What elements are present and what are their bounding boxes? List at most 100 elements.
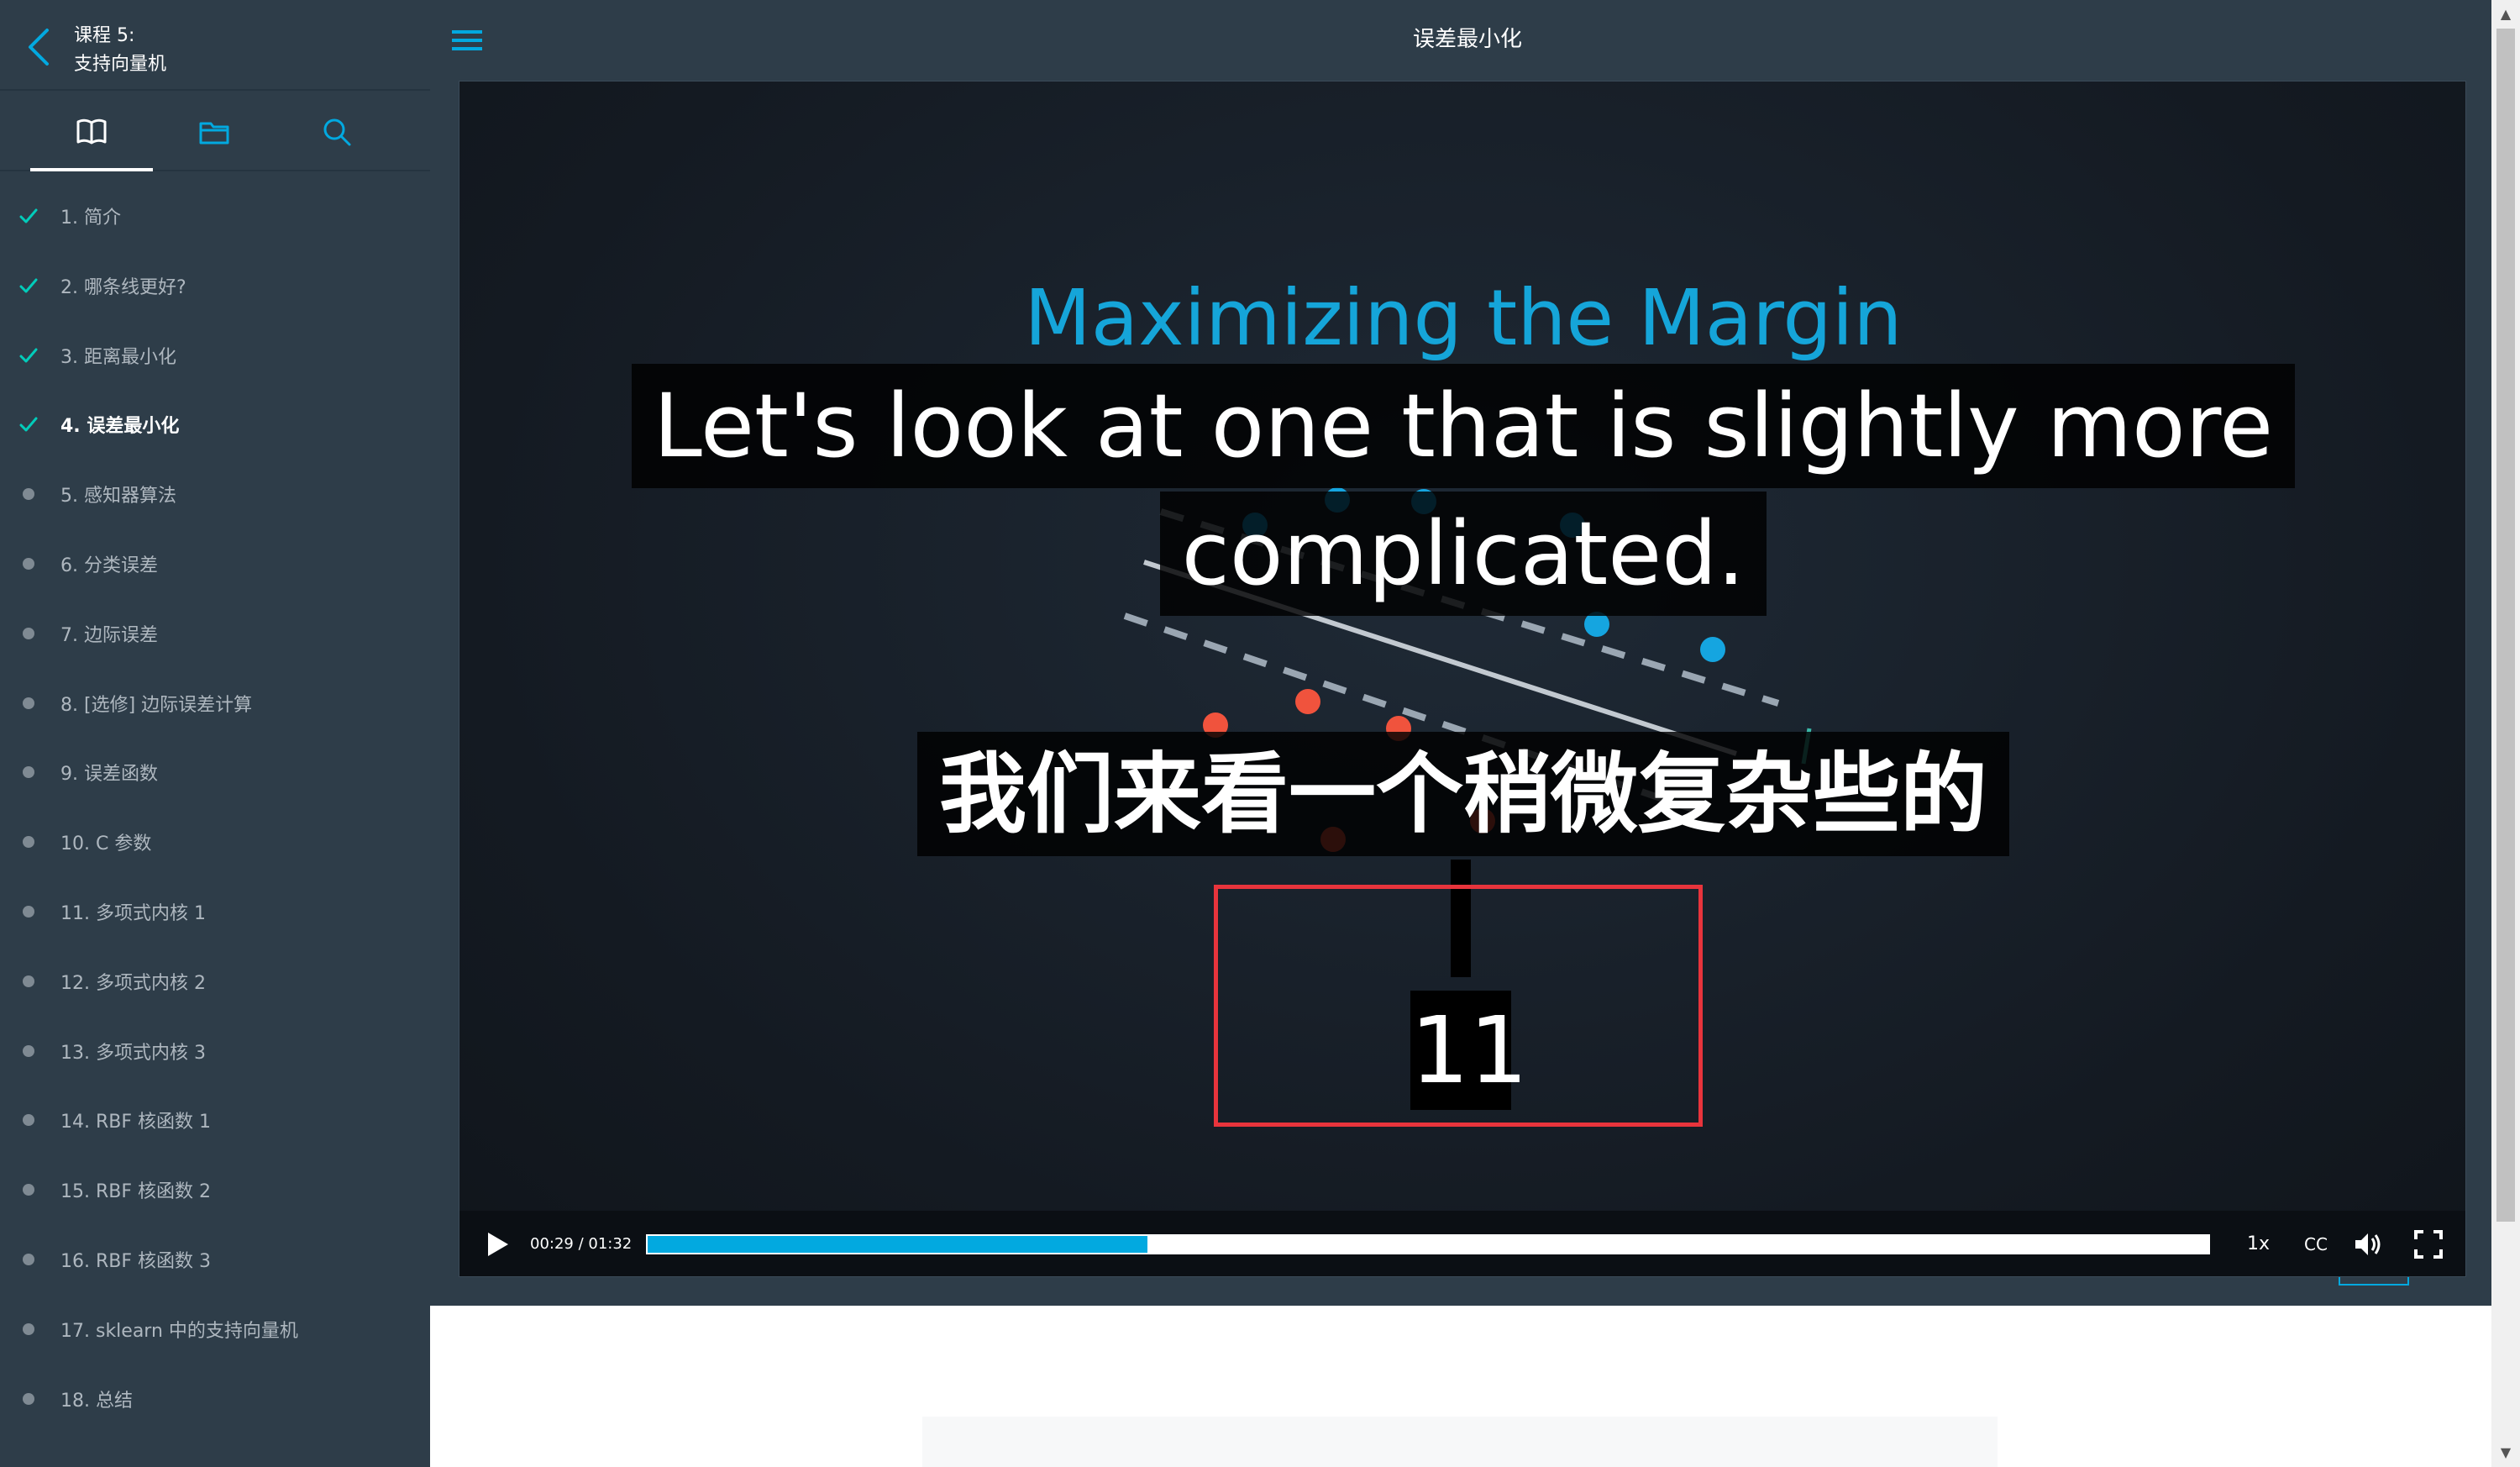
lesson-item[interactable]: 16. RBF 核函数 3 xyxy=(0,1230,430,1289)
sidebar: 课程 5: 支持向量机 1. 简介 2. 哪条线更好? 3. 距离最小化 4. 误差最… xyxy=(0,0,430,1467)
bullet-icon xyxy=(17,1387,40,1411)
lesson-label: 6. 分类误差 xyxy=(60,555,158,576)
lesson-item[interactable]: 5. 感知器算法 xyxy=(0,465,430,523)
caption-english-line2: complicated. xyxy=(459,492,2465,616)
caption-english-line1: Let's look at one that is slightly more xyxy=(459,364,2465,488)
fullscreen-button[interactable] xyxy=(2413,1229,2444,1259)
top-bar: 误差最小化 xyxy=(430,0,2491,79)
back-button[interactable] xyxy=(22,25,55,69)
lesson-item[interactable]: 13. 多项式内核 3 xyxy=(0,1022,430,1081)
menu-button[interactable] xyxy=(447,24,487,57)
speed-button[interactable]: 1x xyxy=(2247,1211,2270,1276)
scroll-thumb[interactable] xyxy=(2496,29,2515,1222)
play-icon xyxy=(488,1233,508,1256)
bullet-icon xyxy=(17,1039,40,1063)
lesson-item[interactable]: 1. 简介 xyxy=(0,187,430,245)
speaker-icon xyxy=(2355,1233,2381,1255)
bullet-icon xyxy=(17,622,40,645)
checkmark-icon xyxy=(17,344,40,367)
lesson-item[interactable]: 8. [选修] 边际误差计算 xyxy=(0,674,430,733)
lesson-label: 17. sklearn 中的支持向量机 xyxy=(60,1320,298,1342)
bullet-icon xyxy=(17,1108,40,1132)
video-tab-indicator xyxy=(2339,1277,2409,1286)
lesson-label: 16. RBF 核函数 3 xyxy=(60,1251,211,1272)
volume-button[interactable] xyxy=(2353,1229,2383,1259)
lesson-label: 7. 边际误差 xyxy=(60,624,158,646)
progress-bar[interactable] xyxy=(646,1234,2210,1254)
checkmark-icon xyxy=(17,413,40,436)
checkmark-icon xyxy=(17,274,40,297)
tab-search[interactable] xyxy=(276,92,398,171)
captions-button[interactable]: CC xyxy=(2304,1211,2328,1276)
blue-point xyxy=(1700,637,1725,662)
lesson-label: 14. RBF 核函数 1 xyxy=(60,1112,211,1133)
slide-title: Maximizing the Margin xyxy=(1024,273,1903,363)
lesson-label: 12. 多项式内核 2 xyxy=(60,972,206,994)
tab-resources[interactable] xyxy=(153,92,276,171)
caption-text: Let's look at one that is slightly more xyxy=(631,364,2296,488)
scroll-up-arrow-icon[interactable]: ▲ xyxy=(2491,0,2520,29)
folder-icon xyxy=(199,122,229,145)
scroll-down-arrow-icon[interactable]: ▼ xyxy=(2491,1438,2520,1467)
play-button[interactable] xyxy=(480,1228,513,1261)
lesson-body-card xyxy=(922,1417,1998,1467)
lesson-label: 4. 误差最小化 xyxy=(60,416,180,438)
book-icon xyxy=(76,118,107,145)
lesson-label: 18. 总结 xyxy=(60,1390,133,1412)
course-number: 课程 5: xyxy=(74,25,135,46)
lesson-label: 5. 感知器算法 xyxy=(60,486,176,507)
lesson-label: 10. C 参数 xyxy=(60,833,152,855)
lesson-label: 9. 误差函数 xyxy=(60,764,158,786)
bullet-icon xyxy=(17,1248,40,1271)
lesson-item[interactable]: 18. 总结 xyxy=(0,1370,430,1428)
lesson-item[interactable]: 11. 多项式内核 1 xyxy=(0,882,430,941)
lesson-label: 15. RBF 核函数 2 xyxy=(60,1181,211,1203)
lesson-label: 8. [选修] 边际误差计算 xyxy=(60,694,253,716)
bullet-icon xyxy=(17,1317,40,1341)
lesson-item[interactable]: 3. 距离最小化 xyxy=(0,326,430,385)
lesson-item[interactable]: 6. 分类误差 xyxy=(0,534,430,593)
lesson-item[interactable]: 10. C 参数 xyxy=(0,812,430,871)
hamburger-menu-icon xyxy=(452,30,482,50)
chevron-left-icon xyxy=(29,29,49,66)
course-title: 课程 5: 支持向量机 xyxy=(74,22,166,79)
caption-chinese: 我们来看一个稍微复杂些的 xyxy=(459,732,2465,856)
bullet-icon xyxy=(17,970,40,993)
lesson-label: 3. 距离最小化 xyxy=(60,346,176,368)
video-controls: 00:29 / 01:32 1x CC xyxy=(459,1211,2465,1276)
lesson-item[interactable]: 14. RBF 核函数 1 xyxy=(0,1091,430,1149)
bullet-icon xyxy=(17,691,40,715)
page-title: 误差最小化 xyxy=(1412,27,1522,52)
tab-lessons[interactable] xyxy=(30,92,153,171)
time-display: 00:29 / 01:32 xyxy=(530,1235,633,1253)
lesson-item[interactable]: 12. 多项式内核 2 xyxy=(0,952,430,1011)
lesson-item[interactable]: 7. 边际误差 xyxy=(0,604,430,663)
search-icon xyxy=(323,118,351,146)
lesson-item[interactable]: 15. RBF 核函数 2 xyxy=(0,1160,430,1219)
sidebar-header: 课程 5: 支持向量机 xyxy=(0,0,430,91)
bullet-icon xyxy=(17,760,40,784)
lesson-label: 1. 简介 xyxy=(60,208,121,229)
bullet-icon xyxy=(17,552,40,576)
sidebar-tabs xyxy=(0,92,430,171)
video-player[interactable]: Maximizing the Margin Let's look at one … xyxy=(459,81,2466,1277)
lesson-label: 2. 哪条线更好? xyxy=(60,276,186,298)
page-scrollbar[interactable]: ▲ ▼ xyxy=(2491,0,2520,1467)
caption-text: complicated. xyxy=(1159,492,1767,616)
lesson-item[interactable]: 2. 哪条线更好? xyxy=(0,256,430,315)
red-point xyxy=(1295,689,1320,714)
course-name: 支持向量机 xyxy=(74,54,167,75)
bullet-icon xyxy=(17,900,40,923)
checkmark-icon xyxy=(17,204,40,228)
annotation-highlight-box xyxy=(1214,885,1703,1127)
bullet-icon xyxy=(17,1178,40,1201)
fullscreen-icon xyxy=(2414,1230,2443,1259)
progress-fill xyxy=(648,1236,1147,1253)
caption-text: 我们来看一个稍微复杂些的 xyxy=(916,732,2009,856)
lesson-item[interactable]: 9. 误差函数 xyxy=(0,743,430,802)
lesson-item[interactable]: 17. sklearn 中的支持向量机 xyxy=(0,1300,430,1359)
lesson-label: 11. 多项式内核 1 xyxy=(60,903,206,924)
bullet-icon xyxy=(17,482,40,506)
lesson-item[interactable]: 4. 误差最小化 xyxy=(0,395,430,454)
bullet-icon xyxy=(17,830,40,854)
